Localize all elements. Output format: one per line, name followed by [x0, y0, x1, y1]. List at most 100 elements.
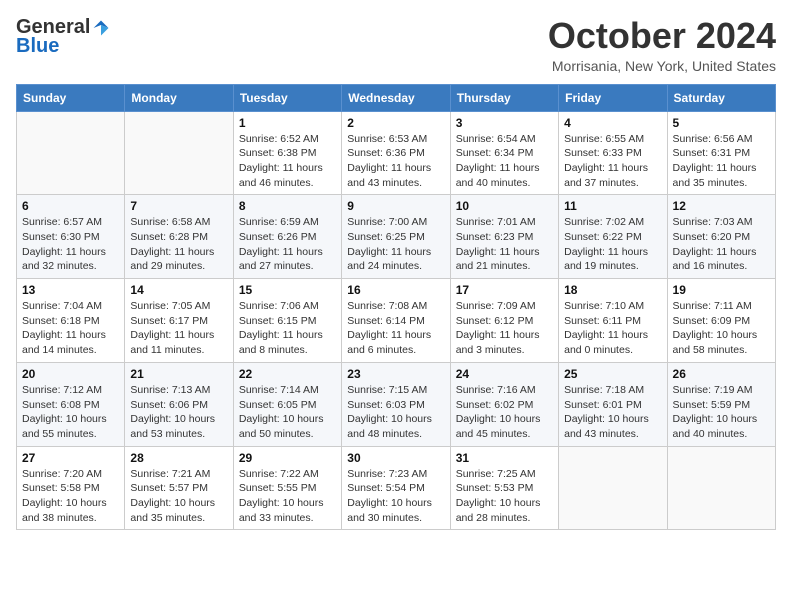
calendar-cell: 3 Sunrise: 6:54 AMSunset: 6:34 PMDaylight…: [450, 111, 558, 195]
day-number: 27: [22, 451, 119, 465]
calendar-cell: 4Sunrise: 6:55 AMSunset: 6:33 PMDaylight…: [559, 111, 667, 195]
weekday-header-wednesday: Wednesday: [342, 84, 450, 111]
day-number: 13: [22, 283, 119, 297]
day-number: 4: [564, 116, 661, 130]
day-info: Sunrise: 7:13 AMSunset: 6:06 PMDaylight:…: [130, 383, 227, 442]
calendar-cell: 30 Sunrise: 7:23 AMSunset: 5:54 PMDayligh…: [342, 446, 450, 530]
calendar-cell: 11Sunrise: 7:02 AMSunset: 6:22 PMDayligh…: [559, 195, 667, 279]
day-info: Sunrise: 6:58 AMSunset: 6:28 PMDaylight:…: [130, 215, 227, 274]
day-number: 22: [239, 367, 336, 381]
calendar-cell: [559, 446, 667, 530]
calendar-cell: 28Sunrise: 7:21 AMSunset: 5:57 PMDayligh…: [125, 446, 233, 530]
day-info: Sunrise: 7:14 AMSunset: 6:05 PMDaylight:…: [239, 383, 336, 442]
day-info: Sunrise: 7:03 AMSunset: 6:20 PMDaylight:…: [673, 215, 770, 274]
weekday-header-thursday: Thursday: [450, 84, 558, 111]
day-info: Sunrise: 7:06 AMSunset: 6:15 PMDaylight:…: [239, 299, 336, 358]
day-number: 21: [130, 367, 227, 381]
calendar-week-row: 20 Sunrise: 7:12 AMSunset: 6:08 PMDayligh…: [17, 362, 776, 446]
day-info: Sunrise: 6:52 AMSunset: 6:38 PMDaylight:…: [239, 132, 336, 191]
calendar-cell: 13 Sunrise: 7:04 AMSunset: 6:18 PMDayligh…: [17, 279, 125, 363]
day-info: Sunrise: 7:23 AMSunset: 5:54 PMDaylight:…: [347, 467, 444, 526]
calendar-cell: 7 Sunrise: 6:58 AMSunset: 6:28 PMDaylight…: [125, 195, 233, 279]
calendar-cell: 8Sunrise: 6:59 AMSunset: 6:26 PMDaylight…: [233, 195, 341, 279]
day-number: 12: [673, 199, 770, 213]
day-info: Sunrise: 7:10 AMSunset: 6:11 PMDaylight:…: [564, 299, 661, 358]
day-number: 20: [22, 367, 119, 381]
calendar-cell: [17, 111, 125, 195]
day-info: Sunrise: 7:18 AMSunset: 6:01 PMDaylight:…: [564, 383, 661, 442]
day-number: 9: [347, 199, 444, 213]
day-info: Sunrise: 7:00 AMSunset: 6:25 PMDaylight:…: [347, 215, 444, 274]
day-number: 14: [130, 283, 227, 297]
day-number: 31: [456, 451, 553, 465]
day-info: Sunrise: 7:11 AMSunset: 6:09 PMDaylight:…: [673, 299, 770, 358]
day-number: 17: [456, 283, 553, 297]
logo: General Blue: [16, 16, 110, 58]
day-number: 3: [456, 116, 553, 130]
calendar-cell: 6Sunrise: 6:57 AMSunset: 6:30 PMDaylight…: [17, 195, 125, 279]
calendar-week-row: 6Sunrise: 6:57 AMSunset: 6:30 PMDaylight…: [17, 195, 776, 279]
day-number: 5: [673, 116, 770, 130]
logo-icon: [92, 19, 110, 37]
month-title: October 2024: [548, 16, 776, 56]
calendar-cell: 12 Sunrise: 7:03 AMSunset: 6:20 PMDayligh…: [667, 195, 775, 279]
day-info: Sunrise: 7:21 AMSunset: 5:57 PMDaylight:…: [130, 467, 227, 526]
calendar-cell: 17 Sunrise: 7:09 AMSunset: 6:12 PMDayligh…: [450, 279, 558, 363]
calendar-cell: 15Sunrise: 7:06 AMSunset: 6:15 PMDayligh…: [233, 279, 341, 363]
calendar-cell: 5Sunrise: 6:56 AMSunset: 6:31 PMDaylight…: [667, 111, 775, 195]
day-info: Sunrise: 7:08 AMSunset: 6:14 PMDaylight:…: [347, 299, 444, 358]
calendar-cell: 16Sunrise: 7:08 AMSunset: 6:14 PMDayligh…: [342, 279, 450, 363]
day-number: 29: [239, 451, 336, 465]
weekday-header-friday: Friday: [559, 84, 667, 111]
calendar-cell: 2Sunrise: 6:53 AMSunset: 6:36 PMDaylight…: [342, 111, 450, 195]
day-number: 30: [347, 451, 444, 465]
day-info: Sunrise: 7:19 AMSunset: 5:59 PMDaylight:…: [673, 383, 770, 442]
weekday-header-row: SundayMondayTuesdayWednesdayThursdayFrid…: [17, 84, 776, 111]
day-number: 8: [239, 199, 336, 213]
calendar-table: SundayMondayTuesdayWednesdayThursdayFrid…: [16, 84, 776, 531]
calendar-cell: 1Sunrise: 6:52 AMSunset: 6:38 PMDaylight…: [233, 111, 341, 195]
day-info: Sunrise: 7:02 AMSunset: 6:22 PMDaylight:…: [564, 215, 661, 274]
location: Morrisania, New York, United States: [548, 58, 776, 74]
calendar-cell: 19Sunrise: 7:11 AMSunset: 6:09 PMDayligh…: [667, 279, 775, 363]
title-area: October 2024 Morrisania, New York, Unite…: [548, 16, 776, 74]
calendar-cell: 23 Sunrise: 7:15 AMSunset: 6:03 PMDayligh…: [342, 362, 450, 446]
weekday-header-monday: Monday: [125, 84, 233, 111]
day-info: Sunrise: 7:09 AMSunset: 6:12 PMDaylight:…: [456, 299, 553, 358]
calendar-cell: 29 Sunrise: 7:22 AMSunset: 5:55 PMDayligh…: [233, 446, 341, 530]
day-number: 10: [456, 199, 553, 213]
day-info: Sunrise: 7:01 AMSunset: 6:23 PMDaylight:…: [456, 215, 553, 274]
day-info: Sunrise: 7:04 AMSunset: 6:18 PMDaylight:…: [22, 299, 119, 358]
calendar-cell: 14 Sunrise: 7:05 AMSunset: 6:17 PMDayligh…: [125, 279, 233, 363]
day-info: Sunrise: 7:16 AMSunset: 6:02 PMDaylight:…: [456, 383, 553, 442]
day-number: 26: [673, 367, 770, 381]
day-info: Sunrise: 6:53 AMSunset: 6:36 PMDaylight:…: [347, 132, 444, 191]
calendar-cell: 22 Sunrise: 7:14 AMSunset: 6:05 PMDayligh…: [233, 362, 341, 446]
calendar-cell: 24Sunrise: 7:16 AMSunset: 6:02 PMDayligh…: [450, 362, 558, 446]
day-info: Sunrise: 7:15 AMSunset: 6:03 PMDaylight:…: [347, 383, 444, 442]
day-number: 23: [347, 367, 444, 381]
day-info: Sunrise: 7:12 AMSunset: 6:08 PMDaylight:…: [22, 383, 119, 442]
day-number: 25: [564, 367, 661, 381]
calendar-cell: 21 Sunrise: 7:13 AMSunset: 6:06 PMDayligh…: [125, 362, 233, 446]
day-number: 18: [564, 283, 661, 297]
day-info: Sunrise: 6:54 AMSunset: 6:34 PMDaylight:…: [456, 132, 553, 191]
calendar-week-row: 13 Sunrise: 7:04 AMSunset: 6:18 PMDayligh…: [17, 279, 776, 363]
day-info: Sunrise: 7:05 AMSunset: 6:17 PMDaylight:…: [130, 299, 227, 358]
page-header: General Blue October 2024 Morrisania, Ne…: [16, 16, 776, 74]
weekday-header-sunday: Sunday: [17, 84, 125, 111]
day-info: Sunrise: 7:22 AMSunset: 5:55 PMDaylight:…: [239, 467, 336, 526]
calendar-cell: 18 Sunrise: 7:10 AMSunset: 6:11 PMDayligh…: [559, 279, 667, 363]
logo-blue: Blue: [16, 35, 59, 58]
day-info: Sunrise: 7:20 AMSunset: 5:58 PMDaylight:…: [22, 467, 119, 526]
calendar-week-row: 27 Sunrise: 7:20 AMSunset: 5:58 PMDayligh…: [17, 446, 776, 530]
calendar-cell: [125, 111, 233, 195]
calendar-cell: 27 Sunrise: 7:20 AMSunset: 5:58 PMDayligh…: [17, 446, 125, 530]
day-info: Sunrise: 6:57 AMSunset: 6:30 PMDaylight:…: [22, 215, 119, 274]
calendar-cell: 20 Sunrise: 7:12 AMSunset: 6:08 PMDayligh…: [17, 362, 125, 446]
weekday-header-saturday: Saturday: [667, 84, 775, 111]
calendar-cell: 26 Sunrise: 7:19 AMSunset: 5:59 PMDayligh…: [667, 362, 775, 446]
day-number: 7: [130, 199, 227, 213]
calendar-cell: 9 Sunrise: 7:00 AMSunset: 6:25 PMDaylight…: [342, 195, 450, 279]
calendar-week-row: 1Sunrise: 6:52 AMSunset: 6:38 PMDaylight…: [17, 111, 776, 195]
